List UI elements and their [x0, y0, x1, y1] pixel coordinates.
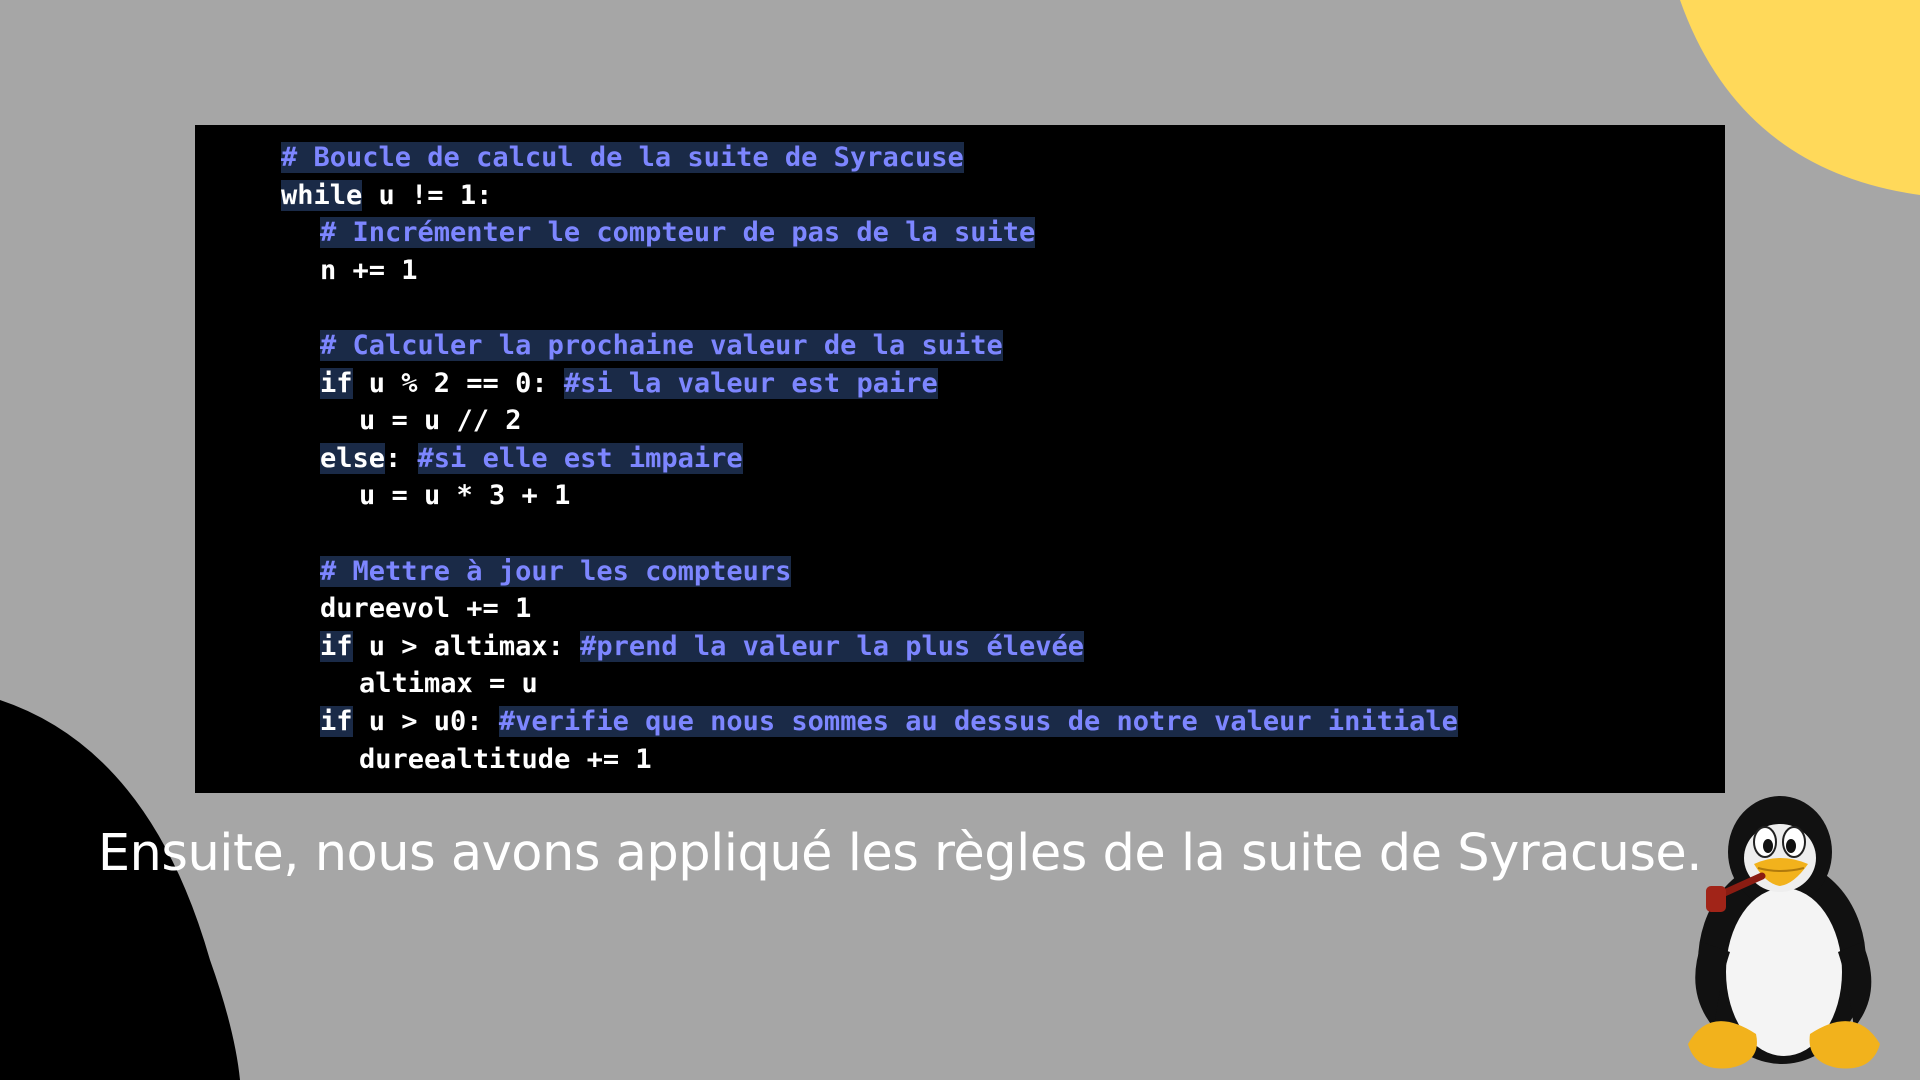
- code-keyword: while: [281, 179, 363, 211]
- code-keyword: if: [320, 367, 353, 399]
- code-text: altimax = u: [359, 668, 538, 700]
- code-text: u % 2 == 0:: [352, 367, 564, 399]
- code-text: u > altimax:: [352, 630, 581, 662]
- code-comment: #si la valeur est paire: [563, 367, 938, 399]
- code-keyword: else: [320, 442, 386, 474]
- code-text: dureevol += 1: [320, 593, 532, 625]
- code-comment: # Boucle de calcul de la suite de Syracu…: [281, 142, 964, 173]
- code-comment: #si elle est impaire: [417, 442, 743, 474]
- code-line: altimax = u: [281, 665, 1725, 703]
- code-text: u > u0:: [352, 705, 499, 737]
- code-text: n += 1: [320, 254, 418, 286]
- code-line: else: #si elle est impaire: [281, 440, 1725, 478]
- code-line: u = u * 3 + 1: [281, 477, 1725, 515]
- code-keyword: if: [320, 705, 353, 737]
- tux-penguin-icon: [1688, 796, 1880, 1069]
- code-comment: # Calculer la prochaine valeur de la sui…: [320, 329, 1003, 361]
- code-line: while u != 1:: [281, 177, 1725, 215]
- code-line: dureealtitude += 1: [281, 741, 1725, 779]
- code-line: if u % 2 == 0: #si la valeur est paire: [281, 365, 1725, 403]
- code-text: :: [385, 442, 418, 474]
- code-line: # Calculer la prochaine valeur de la sui…: [281, 327, 1725, 365]
- slide-caption: Ensuite, nous avons appliqué les règles …: [97, 824, 1703, 883]
- code-text: u != 1:: [362, 179, 493, 211]
- code-keyword: if: [320, 630, 353, 662]
- code-comment: # Mettre à jour les compteurs: [320, 555, 792, 587]
- code-line: u = u // 2: [281, 402, 1725, 440]
- code-comment: #prend la valeur la plus élevée: [580, 630, 1085, 662]
- code-screenshot: # Boucle de calcul de la suite de Syracu…: [195, 125, 1725, 793]
- code-line: # Incrémenter le compteur de pas de la s…: [281, 214, 1725, 252]
- code-text: u = u * 3 + 1: [359, 480, 571, 512]
- code-line: dureevol += 1: [281, 590, 1725, 628]
- code-line: # Mettre à jour les compteurs: [281, 553, 1725, 591]
- code-comment: # Incrémenter le compteur de pas de la s…: [320, 217, 1036, 249]
- code-line: if u > altimax: #prend la valeur la plus…: [281, 628, 1725, 666]
- code-text: dureealtitude += 1: [359, 743, 652, 775]
- code-text: u = u // 2: [359, 405, 522, 437]
- code-line: n += 1: [281, 252, 1725, 290]
- code-line: # Boucle de calcul de la suite de Syracu…: [281, 139, 1725, 177]
- code-comment: #verifie que nous sommes au dessus de no…: [498, 705, 1458, 737]
- code-line: if u > u0: #verifie que nous sommes au d…: [281, 703, 1725, 741]
